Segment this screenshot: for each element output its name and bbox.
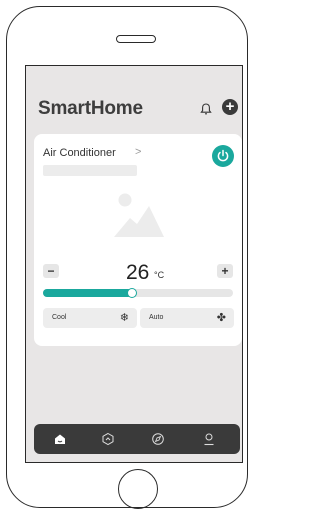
power-button[interactable]	[212, 145, 234, 167]
plus-icon: +	[225, 98, 235, 115]
cool-mode-label: Cool	[52, 314, 67, 321]
chevron-right-icon[interactable]: >	[135, 146, 141, 158]
cool-mode-button[interactable]: Cool ❄	[43, 308, 137, 328]
auto-mode-label: Auto	[149, 314, 164, 321]
bottom-tab-bar	[34, 424, 240, 454]
speaker-slot	[116, 35, 156, 43]
app-title: SmartHome	[38, 98, 143, 119]
scenes-icon[interactable]	[101, 432, 115, 446]
app-screen: SmartHome + Air Conditioner > − 26 °C + …	[25, 65, 243, 463]
device-name: Air Conditioner	[43, 147, 116, 159]
fan-icon: ✤	[216, 312, 226, 324]
home-button[interactable]	[118, 469, 158, 509]
device-card[interactable]: Air Conditioner > − 26 °C + Cool ❄ Auto …	[34, 134, 242, 346]
temperature-unit: °C	[154, 270, 165, 280]
device-subtitle-placeholder	[43, 165, 137, 176]
snowflake-icon: ❄	[119, 312, 129, 324]
bell-icon[interactable]	[199, 102, 213, 116]
power-icon	[217, 149, 229, 162]
auto-mode-button[interactable]: Auto ✤	[140, 308, 234, 328]
slider-fill	[43, 289, 133, 297]
temperature-slider[interactable]	[43, 288, 233, 298]
slider-thumb[interactable]	[127, 288, 138, 298]
increase-temperature-button[interactable]: +	[217, 264, 233, 278]
device-image-placeholder-icon	[114, 193, 164, 237]
temperature-value: 26	[126, 261, 150, 284]
decrease-temperature-button[interactable]: −	[43, 264, 59, 278]
profile-icon[interactable]	[202, 432, 216, 446]
home-icon[interactable]	[53, 432, 67, 446]
phone-frame: SmartHome + Air Conditioner > − 26 °C + …	[6, 6, 248, 509]
discover-icon[interactable]	[151, 432, 165, 446]
add-device-button[interactable]: +	[222, 99, 238, 115]
